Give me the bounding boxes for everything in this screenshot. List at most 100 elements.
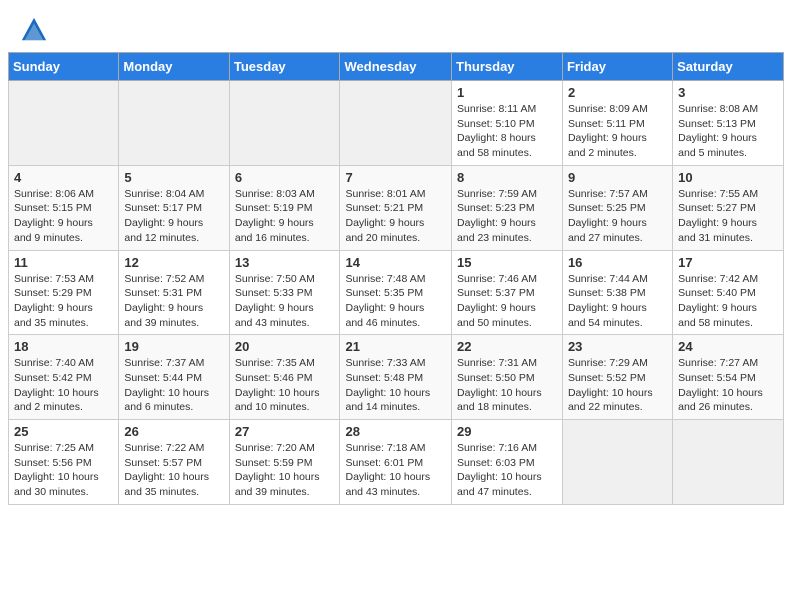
day-number: 8 [457,170,557,185]
logo [20,16,52,44]
day-number: 27 [235,424,335,439]
day-info: Sunrise: 7:33 AM Sunset: 5:48 PM Dayligh… [345,356,446,415]
calendar-week-row: 11 Sunrise: 7:53 AM Sunset: 5:29 PM Dayli… [9,250,784,335]
day-info: Sunrise: 7:29 AM Sunset: 5:52 PM Dayligh… [568,356,667,415]
calendar-cell: 4 Sunrise: 8:06 AM Sunset: 5:15 PM Daylig… [9,165,119,250]
calendar-cell: 8 Sunrise: 7:59 AM Sunset: 5:23 PM Daylig… [452,165,563,250]
day-number: 25 [14,424,113,439]
day-number: 9 [568,170,667,185]
calendar-cell: 16Sunrise: 7:44 AM Sunset: 5:38 PM Dayli… [562,250,672,335]
day-number: 23 [568,339,667,354]
calendar-cell: 24 Sunrise: 7:27 AM Sunset: 5:54 PM Dayli… [673,335,784,420]
col-header-sunday: Sunday [9,53,119,81]
col-header-thursday: Thursday [452,53,563,81]
col-header-tuesday: Tuesday [229,53,340,81]
calendar-cell: 26 Sunrise: 7:22 AM Sunset: 5:57 PM Dayli… [119,420,229,505]
day-number: 13 [235,255,335,270]
calendar-cell: 2 Sunrise: 8:09 AM Sunset: 5:11 PM Daylig… [562,81,672,166]
day-number: 15 [457,255,557,270]
calendar-cell: 6 Sunrise: 8:03 AM Sunset: 5:19 PM Daylig… [229,165,340,250]
calendar-table: SundayMondayTuesdayWednesdayThursdayFrid… [8,52,784,505]
calendar-cell: 14Sunrise: 7:48 AM Sunset: 5:35 PM Dayli… [340,250,452,335]
calendar-cell: 13 Sunrise: 7:50 AM Sunset: 5:33 PM Dayli… [229,250,340,335]
day-number: 11 [14,255,113,270]
day-number: 12 [124,255,223,270]
calendar-cell: 7 Sunrise: 8:01 AM Sunset: 5:21 PM Daylig… [340,165,452,250]
calendar-cell: 1 Sunrise: 8:11 AM Sunset: 5:10 PM Daylig… [452,81,563,166]
day-number: 29 [457,424,557,439]
day-info: Sunrise: 8:04 AM Sunset: 5:17 PM Dayligh… [124,187,223,246]
day-info: Sunrise: 8:01 AM Sunset: 5:21 PM Dayligh… [345,187,446,246]
calendar-week-row: 1 Sunrise: 8:11 AM Sunset: 5:10 PM Daylig… [9,81,784,166]
day-info: Sunrise: 7:18 AM Sunset: 6:01 PM Dayligh… [345,441,446,500]
day-info: Sunrise: 7:59 AM Sunset: 5:23 PM Dayligh… [457,187,557,246]
logo-icon [20,16,48,44]
calendar-cell [229,81,340,166]
calendar-cell [340,81,452,166]
calendar-cell [9,81,119,166]
calendar-cell: 25 Sunrise: 7:25 AM Sunset: 5:56 PM Dayli… [9,420,119,505]
day-info: Sunrise: 7:53 AM Sunset: 5:29 PM Dayligh… [14,272,113,331]
calendar-cell: 10 Sunrise: 7:55 AM Sunset: 5:27 PM Dayli… [673,165,784,250]
day-number: 18 [14,339,113,354]
calendar-cell: 21 Sunrise: 7:33 AM Sunset: 5:48 PM Dayli… [340,335,452,420]
day-info: Sunrise: 8:03 AM Sunset: 5:19 PM Dayligh… [235,187,335,246]
calendar-cell: 15 Sunrise: 7:46 AM Sunset: 5:37 PM Dayli… [452,250,563,335]
day-info: Sunrise: 7:57 AM Sunset: 5:25 PM Dayligh… [568,187,667,246]
day-info: Sunrise: 7:22 AM Sunset: 5:57 PM Dayligh… [124,441,223,500]
calendar-cell: 20Sunrise: 7:35 AM Sunset: 5:46 PM Dayli… [229,335,340,420]
col-header-friday: Friday [562,53,672,81]
day-info: Sunrise: 8:11 AM Sunset: 5:10 PM Dayligh… [457,102,557,161]
day-number: 24 [678,339,778,354]
day-info: Sunrise: 8:09 AM Sunset: 5:11 PM Dayligh… [568,102,667,161]
day-number: 4 [14,170,113,185]
calendar-cell: 19 Sunrise: 7:37 AM Sunset: 5:44 PM Dayli… [119,335,229,420]
day-number: 6 [235,170,335,185]
calendar-cell: 11 Sunrise: 7:53 AM Sunset: 5:29 PM Dayli… [9,250,119,335]
calendar-week-row: 25 Sunrise: 7:25 AM Sunset: 5:56 PM Dayli… [9,420,784,505]
day-number: 21 [345,339,446,354]
day-info: Sunrise: 7:16 AM Sunset: 6:03 PM Dayligh… [457,441,557,500]
day-info: Sunrise: 7:55 AM Sunset: 5:27 PM Dayligh… [678,187,778,246]
day-number: 20 [235,339,335,354]
day-number: 2 [568,85,667,100]
header [0,0,792,52]
day-info: Sunrise: 7:20 AM Sunset: 5:59 PM Dayligh… [235,441,335,500]
calendar-cell: 18 Sunrise: 7:40 AM Sunset: 5:42 PM Dayli… [9,335,119,420]
day-info: Sunrise: 7:37 AM Sunset: 5:44 PM Dayligh… [124,356,223,415]
calendar-header-row: SundayMondayTuesdayWednesdayThursdayFrid… [9,53,784,81]
day-number: 22 [457,339,557,354]
calendar-cell: 12 Sunrise: 7:52 AM Sunset: 5:31 PM Dayli… [119,250,229,335]
calendar-cell: 27 Sunrise: 7:20 AM Sunset: 5:59 PM Dayli… [229,420,340,505]
day-number: 16 [568,255,667,270]
calendar-cell: 9 Sunrise: 7:57 AM Sunset: 5:25 PM Daylig… [562,165,672,250]
day-info: Sunrise: 7:27 AM Sunset: 5:54 PM Dayligh… [678,356,778,415]
col-header-saturday: Saturday [673,53,784,81]
day-info: Sunrise: 7:31 AM Sunset: 5:50 PM Dayligh… [457,356,557,415]
day-number: 26 [124,424,223,439]
day-number: 1 [457,85,557,100]
day-number: 10 [678,170,778,185]
day-info: Sunrise: 7:46 AM Sunset: 5:37 PM Dayligh… [457,272,557,331]
day-info: Sunrise: 7:52 AM Sunset: 5:31 PM Dayligh… [124,272,223,331]
day-info: Sunrise: 8:08 AM Sunset: 5:13 PM Dayligh… [678,102,778,161]
calendar-cell: 3 Sunrise: 8:08 AM Sunset: 5:13 PM Daylig… [673,81,784,166]
day-number: 19 [124,339,223,354]
calendar-week-row: 18 Sunrise: 7:40 AM Sunset: 5:42 PM Dayli… [9,335,784,420]
calendar-cell: 28 Sunrise: 7:18 AM Sunset: 6:01 PM Dayli… [340,420,452,505]
calendar-cell: 29 Sunrise: 7:16 AM Sunset: 6:03 PM Dayli… [452,420,563,505]
day-number: 7 [345,170,446,185]
day-info: Sunrise: 8:06 AM Sunset: 5:15 PM Dayligh… [14,187,113,246]
day-number: 3 [678,85,778,100]
calendar-cell [673,420,784,505]
day-number: 28 [345,424,446,439]
day-info: Sunrise: 7:42 AM Sunset: 5:40 PM Dayligh… [678,272,778,331]
day-info: Sunrise: 7:50 AM Sunset: 5:33 PM Dayligh… [235,272,335,331]
calendar-cell [562,420,672,505]
col-header-wednesday: Wednesday [340,53,452,81]
day-info: Sunrise: 7:25 AM Sunset: 5:56 PM Dayligh… [14,441,113,500]
calendar-cell: 5Sunrise: 8:04 AM Sunset: 5:17 PM Daylig… [119,165,229,250]
day-number: 17 [678,255,778,270]
day-info: Sunrise: 7:40 AM Sunset: 5:42 PM Dayligh… [14,356,113,415]
calendar-cell: 22 Sunrise: 7:31 AM Sunset: 5:50 PM Dayli… [452,335,563,420]
